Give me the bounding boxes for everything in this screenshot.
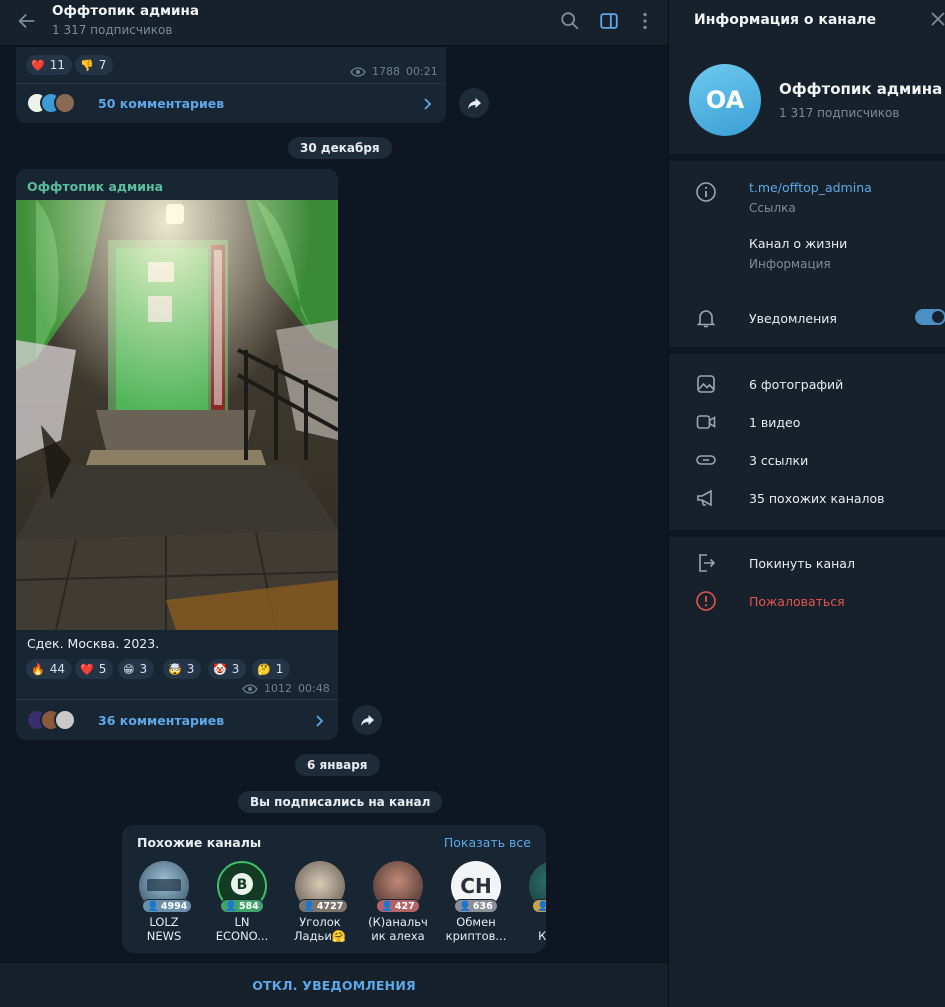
- similar-channels-card: Похожие каналы Показать все 👤 4994 LOLZ N…: [122, 825, 546, 953]
- chat-title[interactable]: Оффтопик админа: [52, 3, 199, 19]
- leave-icon: [699, 554, 716, 572]
- similar-channel-item[interactable]: 👤 4994 LOLZ NEWS: [128, 859, 198, 949]
- info-panel-title: Информация о канале: [694, 12, 877, 28]
- channel-avatar-large[interactable]: OA: [689, 64, 761, 136]
- reaction-chip[interactable]: 🔥 44: [26, 659, 72, 679]
- reaction-chip[interactable]: 🤯 3: [163, 659, 202, 679]
- service-message: Вы подписались на канал: [238, 791, 443, 813]
- videos-link[interactable]: 1 видео: [749, 415, 800, 430]
- back-arrow-icon[interactable]: [16, 10, 38, 32]
- comments-link[interactable]: 36 комментариев: [98, 713, 224, 728]
- channel-info-panel: Информация о канале OA Оффтопик админа 1…: [668, 0, 945, 1007]
- similar-channel-name: Фе Калы: [538, 915, 546, 943]
- mute-notifications-button[interactable]: ОТКЛ. УВЕДОМЛЕНИЯ: [0, 962, 668, 1007]
- commenter-avatars: [26, 92, 76, 114]
- section-separator: [669, 154, 945, 161]
- comments-link[interactable]: 50 комментариев: [98, 96, 224, 111]
- close-icon[interactable]: [931, 12, 945, 26]
- similar-channels-title: Похожие каналы: [137, 835, 262, 850]
- channel-subscribers: 1 317 подписчиков: [779, 106, 900, 120]
- comments-divider: [16, 83, 446, 84]
- date-divider: 30 декабря: [288, 137, 392, 159]
- views-icon: [242, 683, 258, 694]
- bell-icon: [696, 310, 716, 328]
- info-icon: [696, 182, 716, 202]
- channel-name-label[interactable]: Оффтопик админа: [27, 179, 163, 194]
- leave-channel-button[interactable]: Покинуть канал: [749, 556, 855, 571]
- similar-channel-name: LN ECONO...: [215, 915, 269, 943]
- svg-text:CH: CH: [460, 874, 491, 898]
- photos-link[interactable]: 6 фотографий: [749, 377, 843, 392]
- similar-channels-link[interactable]: 35 похожих каналов: [749, 491, 885, 506]
- show-all-link[interactable]: Показать все: [444, 835, 531, 850]
- subscriber-badge: 👤: [532, 899, 546, 913]
- message-meta: 1012 00:48: [242, 682, 330, 695]
- post-photo[interactable]: [16, 200, 338, 630]
- report-button[interactable]: Пожаловаться: [749, 594, 845, 609]
- similar-channel-item[interactable]: B 👤 584 LN ECONO...: [206, 859, 276, 949]
- share-icon: [360, 714, 374, 726]
- section-separator: [669, 530, 945, 537]
- section-separator: [669, 347, 945, 354]
- reaction-chip[interactable]: 🤡 3: [208, 659, 247, 679]
- reaction-chip[interactable]: 👎 7: [75, 55, 114, 75]
- reaction-chip[interactable]: ❤️ 5: [75, 659, 114, 679]
- message-list[interactable]: ❤️ 11 👎 7 1788 00:21 50 комментариев 30 дек…: [0, 47, 668, 962]
- notifications-toggle[interactable]: [915, 309, 945, 325]
- megaphone-icon: [697, 489, 712, 507]
- commenter-avatars: [26, 709, 76, 731]
- channel-description: Канал о жизни: [749, 236, 848, 251]
- share-button[interactable]: [459, 88, 489, 118]
- video-icon: [696, 415, 716, 429]
- similar-channel-item[interactable]: CH 👤 636 Обмен криптов...: [440, 859, 510, 949]
- svg-text:B: B: [237, 877, 248, 893]
- date-divider: 6 января: [295, 754, 380, 776]
- mute-notifications-label: ОТКЛ. УВЕДОМЛЕНИЯ: [252, 977, 416, 993]
- subscriber-badge: 👤 636: [454, 899, 498, 913]
- similar-channel-name: LOLZ NEWS: [146, 915, 182, 943]
- reaction-chip[interactable]: 😁 3: [118, 659, 155, 679]
- similar-channel-item[interactable]: 👤 4727 Уголок Ладьи🤗: [284, 859, 354, 949]
- chevron-right-icon[interactable]: [420, 97, 434, 111]
- channel-link-label: Ссылка: [749, 201, 796, 215]
- similar-channel-item[interactable]: 👤 427 (К)анальч ик алеха: [362, 859, 432, 949]
- similar-channel-item[interactable]: 👤 Фе Калы: [518, 859, 546, 949]
- photo-illustration: [16, 200, 338, 630]
- links-link[interactable]: 3 ссылки: [749, 453, 808, 468]
- chevron-right-icon[interactable]: [312, 714, 326, 728]
- subscriber-badge: 👤 4994: [142, 899, 193, 913]
- link-icon: [696, 455, 716, 465]
- chat-subtitle: 1 317 подписчиков: [52, 23, 173, 37]
- subscriber-badge: 👤 584: [220, 899, 264, 913]
- notifications-label: Уведомления: [749, 311, 837, 326]
- more-options-icon[interactable]: [634, 10, 656, 32]
- subscriber-badge: 👤 4727: [298, 899, 349, 913]
- views-icon: [350, 66, 366, 77]
- channel-name: Оффтопик админа: [779, 80, 943, 98]
- similar-channel-name: (К)анальч ик алеха: [368, 915, 428, 943]
- post-caption: Сдек. Москва. 2023.: [27, 636, 160, 651]
- subscriber-badge: 👤 427: [376, 899, 420, 913]
- share-button[interactable]: [352, 705, 382, 735]
- similar-channel-name: Уголок Ладьи🤗: [293, 915, 347, 943]
- search-icon[interactable]: [559, 10, 581, 32]
- similar-channel-name: Обмен криптов...: [445, 915, 507, 943]
- reaction-chip[interactable]: 🤔 1: [252, 659, 291, 679]
- share-icon: [467, 97, 481, 109]
- chat-panel: Оффтопик админа 1 317 подписчиков ❤️ 11 👎…: [0, 0, 668, 1007]
- photo-icon: [697, 375, 715, 393]
- channel-link[interactable]: t.me/offtop_admina: [749, 180, 872, 195]
- channel-description-label: Информация: [749, 257, 831, 271]
- sidebar-toggle-icon[interactable]: [598, 10, 620, 32]
- reaction-chip[interactable]: ❤️ 11: [26, 55, 72, 75]
- report-icon: [696, 591, 716, 611]
- comments-divider: [16, 699, 338, 700]
- chat-header: Оффтопик админа 1 317 подписчиков: [0, 0, 668, 46]
- message-meta: 1788 00:21: [350, 65, 438, 78]
